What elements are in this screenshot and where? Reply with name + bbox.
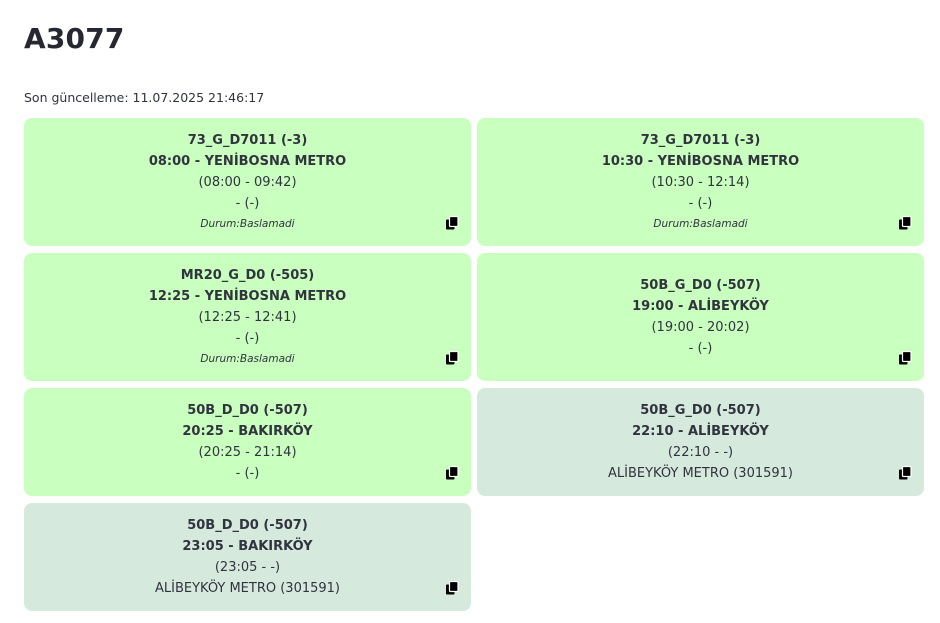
trip-extra: ALİBEYKÖY METRO (301591) — [155, 581, 340, 596]
copy-icon[interactable] — [445, 351, 459, 365]
trip-departure: 20:25 - BAKIRKÖY — [182, 424, 313, 439]
trip-card: 50B_G_D0 (-507) 19:00 - ALİBEYKÖY (19:00… — [477, 253, 924, 381]
trip-route: 73_G_D7011 (-3) — [187, 132, 308, 148]
copy-icon[interactable] — [445, 466, 459, 480]
trip-departure: 12:25 - YENİBOSNA METRO — [148, 288, 347, 304]
trip-status: Durum:Baslamadi — [200, 217, 295, 230]
trip-extra: - (-) — [235, 330, 260, 346]
page-title: A3077 — [24, 22, 125, 55]
trip-route: 73_G_D7011 (-3) — [640, 132, 761, 148]
trip-route: 50B_G_D0 (-507) — [640, 403, 761, 418]
copy-icon[interactable] — [898, 216, 912, 230]
trip-departure: 22:10 - ALİBEYKÖY — [632, 424, 769, 439]
copy-icon[interactable] — [445, 581, 459, 595]
trip-route: 50B_D_D0 (-507) — [187, 518, 308, 533]
trip-extra: - (-) — [688, 341, 713, 356]
trip-time-window: (22:10 - -) — [667, 445, 734, 460]
trip-extra: ALİBEYKÖY METRO (301591) — [608, 466, 793, 481]
copy-icon[interactable] — [445, 216, 459, 230]
trip-time-window: (20:25 - 21:14) — [198, 445, 297, 460]
trip-time-window: (08:00 - 09:42) — [198, 174, 297, 190]
trip-status: Durum:Baslamadi — [653, 217, 748, 230]
trip-card: 73_G_D7011 (-3) 08:00 - YENİBOSNA METRO … — [24, 118, 471, 246]
trip-time-window: (23:05 - -) — [214, 560, 281, 575]
trip-route: 50B_G_D0 (-507) — [640, 278, 761, 293]
trip-extra: - (-) — [235, 195, 260, 211]
trip-time-window: (12:25 - 12:41) — [198, 309, 297, 325]
trip-route: MR20_G_D0 (-505) — [180, 267, 315, 283]
trip-departure: 23:05 - BAKIRKÖY — [182, 539, 313, 554]
trip-departure: 19:00 - ALİBEYKÖY — [632, 299, 769, 314]
trip-card: 50B_D_D0 (-507) 20:25 - BAKIRKÖY (20:25 … — [24, 388, 471, 496]
trip-extra: - (-) — [688, 195, 713, 211]
last-updated-text: Son güncelleme: 11.07.2025 21:46:17 — [24, 90, 265, 105]
trip-route: 50B_D_D0 (-507) — [187, 403, 308, 418]
page: A3077 Son güncelleme: 11.07.2025 21:46:1… — [0, 0, 940, 623]
trip-departure: 10:30 - YENİBOSNA METRO — [601, 153, 800, 169]
trip-status: Durum:Baslamadi — [200, 352, 295, 365]
trip-card: 73_G_D7011 (-3) 10:30 - YENİBOSNA METRO … — [477, 118, 924, 246]
copy-icon[interactable] — [898, 351, 912, 365]
trip-card: MR20_G_D0 (-505) 12:25 - YENİBOSNA METRO… — [24, 253, 471, 381]
trip-grid: 73_G_D7011 (-3) 08:00 - YENİBOSNA METRO … — [24, 118, 924, 611]
trip-card: 50B_G_D0 (-507) 22:10 - ALİBEYKÖY (22:10… — [477, 388, 924, 496]
trip-card: 50B_D_D0 (-507) 23:05 - BAKIRKÖY (23:05 … — [24, 503, 471, 611]
trip-departure: 08:00 - YENİBOSNA METRO — [148, 153, 347, 169]
trip-time-window: (10:30 - 12:14) — [651, 174, 750, 190]
trip-time-window: (19:00 - 20:02) — [651, 320, 750, 335]
copy-icon[interactable] — [898, 466, 912, 480]
trip-extra: - (-) — [235, 466, 260, 481]
